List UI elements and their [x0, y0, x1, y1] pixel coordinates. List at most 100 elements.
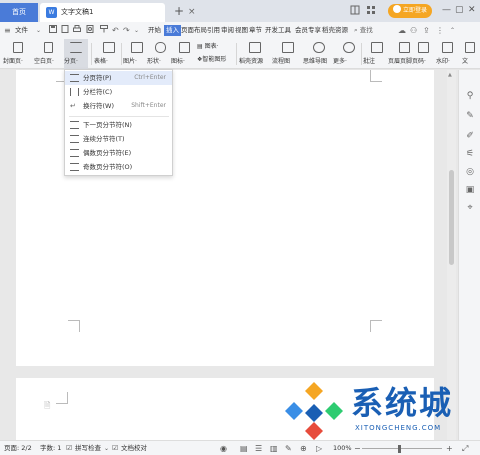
- print-preview-icon[interactable]: [86, 24, 94, 37]
- chart-label: ▤ 图表·: [197, 43, 219, 50]
- window-layout-icon[interactable]: [350, 5, 360, 19]
- dropdown-item-column-break[interactable]: 分栏符(C): [65, 85, 172, 99]
- search-icon: ⌕: [354, 26, 358, 34]
- page-break-button[interactable]: 分页·: [64, 39, 88, 69]
- chevron-up-icon[interactable]: ⌃: [450, 24, 455, 37]
- dropdown-item-label: 分页符(P): [83, 74, 112, 82]
- pin-icon[interactable]: ⚲: [459, 90, 480, 102]
- cover-page-button[interactable]: 封面页·: [3, 39, 35, 69]
- tab-document[interactable]: W 文字文稿1 ×: [40, 3, 196, 22]
- page-number-label: 页码·: [412, 58, 426, 65]
- outline-view-icon[interactable]: ☰: [255, 441, 262, 455]
- chevron-down-icon[interactable]: ⌄: [104, 441, 109, 455]
- format-painter-icon[interactable]: [100, 24, 108, 37]
- web-view-icon[interactable]: ▥: [270, 441, 278, 455]
- chart-button[interactable]: ▤ 图表· ❖智能图形: [193, 39, 231, 69]
- close-window-icon[interactable]: ✕: [468, 4, 476, 16]
- cover-page-icon: [13, 42, 23, 53]
- doc-proofread-button[interactable]: 文档校对: [121, 441, 147, 455]
- text-box-button[interactable]: 文: [462, 39, 478, 69]
- hamburger-menu-icon[interactable]: ≡: [4, 24, 11, 37]
- blank-page-button[interactable]: 空白页·: [34, 39, 66, 69]
- page-break-icon: [70, 42, 82, 53]
- dropdown-separator: [69, 116, 169, 117]
- menu-review[interactable]: 审阅: [221, 22, 234, 39]
- maximize-icon[interactable]: ▢: [455, 4, 464, 16]
- mindmap-button[interactable]: 思维导图: [303, 39, 335, 69]
- menu-view[interactable]: 视图: [235, 22, 248, 39]
- dropdown-item-page-break[interactable]: 分页符(P) Ctrl+Enter: [65, 71, 172, 85]
- pen-icon[interactable]: ✎: [459, 110, 480, 122]
- export-pdf-icon[interactable]: [61, 24, 69, 37]
- location-icon[interactable]: ⌖: [459, 202, 480, 214]
- page-number-button[interactable]: 页码·: [412, 39, 436, 69]
- menu-page-layout[interactable]: 页面布局: [181, 22, 207, 39]
- menu-file[interactable]: 文件: [15, 22, 28, 39]
- dropdown-item-even-page-section[interactable]: 偶数页分节符(E): [65, 146, 172, 160]
- chevron-down-icon[interactable]: ⌄: [36, 24, 41, 37]
- collaborate-icon[interactable]: ⚇: [410, 24, 417, 37]
- edit-icon[interactable]: ✐: [459, 130, 480, 142]
- dropdown-item-label: 下一页分节符(N): [83, 121, 132, 129]
- table-icon: [103, 42, 115, 53]
- chart-icon: ▤: [197, 43, 203, 50]
- dropdown-item-label: 换行符(W): [83, 102, 114, 110]
- watermark-button[interactable]: 水印·: [436, 39, 460, 69]
- save-icon[interactable]: [49, 24, 57, 37]
- scroll-up-icon[interactable]: ▲: [448, 72, 452, 78]
- writer-doc-icon: W: [46, 7, 57, 18]
- adjust-icon[interactable]: ⚟: [459, 148, 480, 160]
- undo-icon[interactable]: ↶: [112, 24, 119, 37]
- redo-icon[interactable]: ↷: [123, 24, 130, 37]
- minimize-icon[interactable]: —: [442, 4, 451, 16]
- menu-developer[interactable]: 开发工具: [265, 22, 291, 39]
- title-bar: 首页 W 文字文稿1 × + 立即登录 — ▢ ✕: [0, 0, 480, 22]
- cloud-sync-icon[interactable]: ☁: [398, 24, 406, 37]
- new-tab-icon[interactable]: +: [174, 3, 184, 20]
- menu-member[interactable]: 会员专享: [295, 22, 321, 39]
- crop-mark: [370, 320, 382, 332]
- login-button[interactable]: 立即登录: [388, 4, 432, 18]
- docer-resource-button[interactable]: 稻壳资源: [239, 39, 271, 69]
- menu-docer[interactable]: 稻壳资源: [322, 22, 348, 39]
- watermark-subtext: XITONGCHENG.COM: [355, 424, 442, 432]
- dropdown-item-continuous-section[interactable]: 连续分节符(T): [65, 132, 172, 146]
- checkbox-icon[interactable]: ☑: [66, 441, 72, 455]
- watermark-text: 系统城: [351, 384, 454, 422]
- watermark-label: 水印·: [436, 58, 450, 65]
- tab-home[interactable]: 首页: [0, 3, 38, 22]
- print-icon[interactable]: [73, 24, 81, 37]
- share-icon[interactable]: ⇪: [423, 24, 430, 37]
- word-count[interactable]: 字数: 1: [40, 441, 61, 455]
- dropdown-item-label: 偶数页分节符(E): [83, 149, 132, 157]
- grid-apps-icon[interactable]: [366, 5, 376, 19]
- menu-reference[interactable]: 引用: [207, 22, 220, 39]
- checkbox-icon[interactable]: ☑: [112, 441, 118, 455]
- page-view-icon[interactable]: ▤: [240, 441, 248, 455]
- page-break-icon: [70, 74, 79, 82]
- search-box[interactable]: ⌕ 查找: [354, 25, 373, 36]
- more-icon[interactable]: ⋮: [436, 24, 444, 37]
- flowchart-button[interactable]: 流程图: [272, 39, 304, 69]
- zoom-slider-track[interactable]: [362, 448, 442, 449]
- page-count[interactable]: 页面: 2/2: [4, 441, 32, 455]
- menu-insert[interactable]: 插入: [164, 25, 181, 36]
- eye-protect-icon[interactable]: ◉: [220, 441, 227, 455]
- icon-library-icon: [179, 42, 190, 53]
- page-break-label: 分页·: [64, 58, 78, 65]
- dropdown-item-next-page-section[interactable]: 下一页分节符(N): [65, 118, 172, 132]
- menu-start[interactable]: 开始: [148, 22, 161, 39]
- chevron-down-icon[interactable]: ⌄: [134, 24, 139, 37]
- mindmap-icon: [313, 42, 325, 53]
- watermark-logo-icon: [285, 382, 343, 440]
- dropdown-item-label: 奇数页分节符(O): [83, 163, 133, 171]
- menu-section[interactable]: 章节: [249, 22, 262, 39]
- image-icon[interactable]: ▣: [459, 184, 480, 196]
- scrollbar-thumb[interactable]: [449, 170, 454, 265]
- dropdown-item-line-break[interactable]: ↵ 换行符(W) Shift+Enter: [65, 99, 172, 113]
- dropdown-item-odd-page-section[interactable]: 奇数页分节符(O): [65, 160, 172, 174]
- close-tab-icon[interactable]: ×: [188, 3, 196, 22]
- spell-check-toggle[interactable]: 拼写检查: [75, 441, 101, 455]
- target-icon[interactable]: ◎: [459, 166, 480, 178]
- crop-mark: [370, 70, 382, 82]
